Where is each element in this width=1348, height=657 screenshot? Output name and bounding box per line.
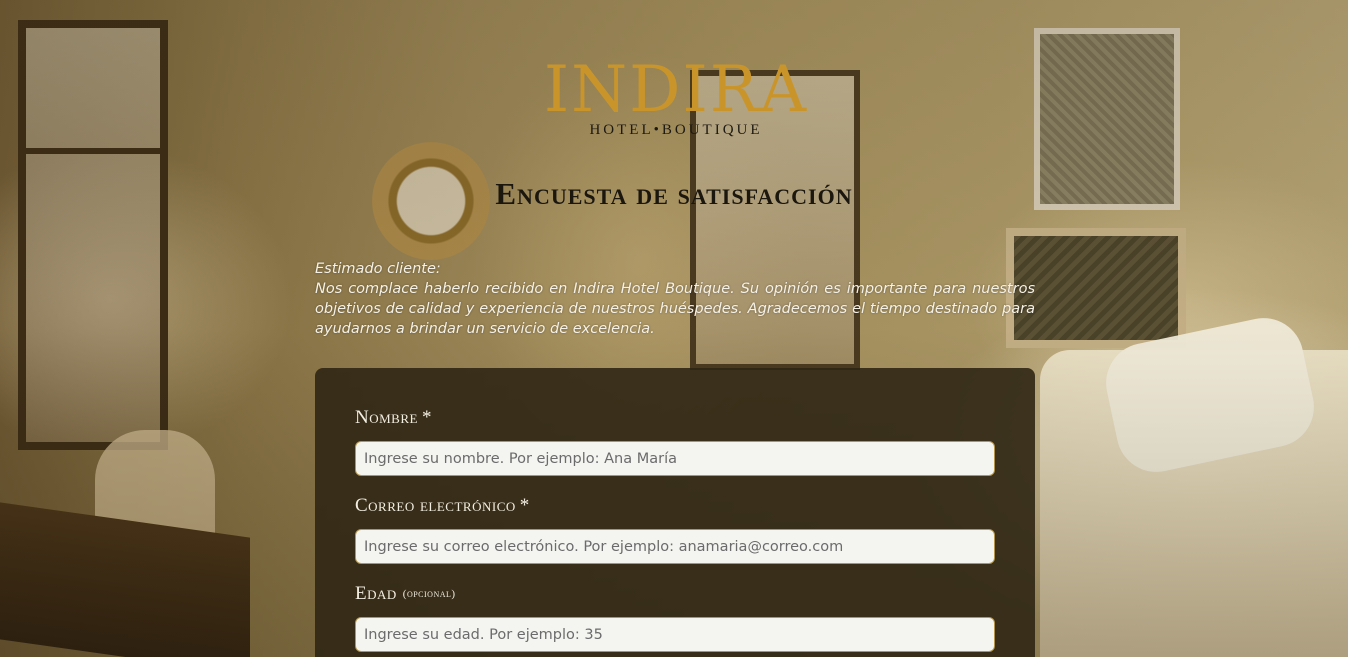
intro-text: Estimado cliente: Nos complace haberlo r… — [315, 259, 1035, 339]
required-mark: * — [421, 407, 432, 428]
intro-body: Nos complace haberlo recibido en Indira … — [315, 281, 1035, 337]
name-input[interactable] — [355, 441, 995, 476]
required-mark: * — [519, 495, 530, 516]
logo-subtitle: HOTEL•BOUTIQUE — [589, 122, 763, 138]
name-label-text: Nombre — [355, 407, 418, 428]
name-label: Nombre * — [355, 407, 432, 429]
email-input[interactable] — [355, 529, 995, 564]
age-input[interactable] — [355, 617, 995, 652]
optional-note: (opcional) — [402, 588, 456, 600]
age-label: Edad (opcional) — [355, 583, 456, 605]
logo-name: INDIRA — [543, 53, 809, 127]
page-title: Encuesta de satisfacción — [495, 176, 853, 211]
email-label: Correo electrónico * — [355, 495, 530, 517]
age-label-text: Edad — [355, 583, 397, 604]
intro-greeting: Estimado cliente: — [315, 261, 441, 277]
hotel-logo: INDIRA HOTEL•BOUTIQUE — [0, 52, 1348, 139]
email-label-text: Correo electrónico — [355, 495, 516, 516]
